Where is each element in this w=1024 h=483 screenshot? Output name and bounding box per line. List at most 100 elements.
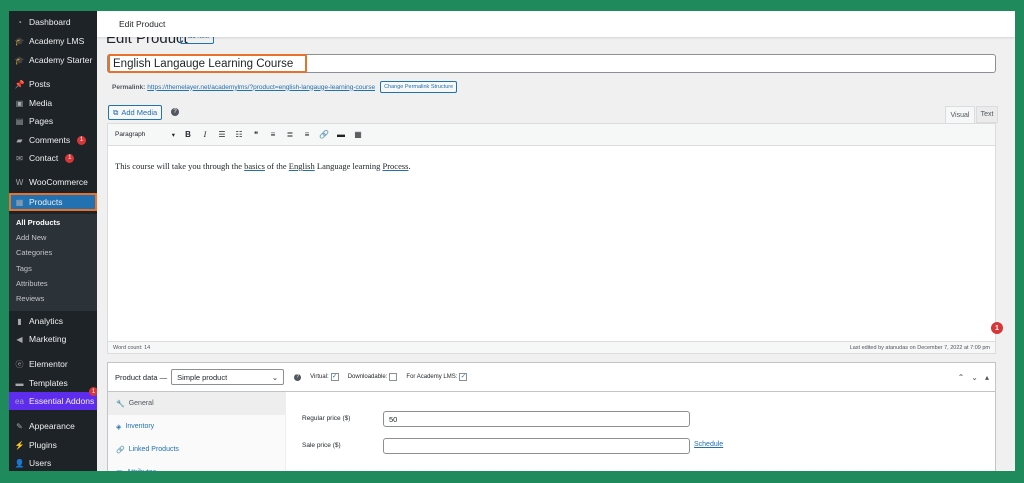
tab-visual[interactable]: Visual	[945, 106, 975, 123]
tab-label: Inventory	[125, 423, 155, 430]
top-bar: Edit Product	[97, 11, 1015, 37]
dashboard-icon: ◔	[17, 17, 22, 27]
academy-checkbox[interactable]: ✓	[459, 373, 468, 381]
sidebar-item-essential-addons[interactable]: ea Essential Addons	[9, 392, 97, 410]
panel-controls: ⌃ ⌄ ▴	[958, 373, 989, 382]
align-center-icon[interactable]: ≣	[285, 129, 295, 141]
align-left-icon[interactable]: ≡	[268, 129, 278, 141]
sidebar-item-label: Plugins	[29, 440, 57, 450]
downloadable-option[interactable]: Downloadable:	[348, 373, 398, 381]
woo-icon: W	[15, 177, 24, 187]
sidebar-item-users[interactable]: 👤 Users	[9, 454, 97, 471]
bold-icon[interactable]: B	[183, 129, 193, 141]
sidebar-item-appearance[interactable]: ✎ Appearance	[9, 417, 97, 435]
sidebar-item-academy-starter[interactable]: 🎓 Academy Starter	[9, 51, 97, 69]
italic-icon[interactable]: I	[200, 129, 210, 141]
tab-label: General	[128, 400, 154, 407]
virtual-checkbox[interactable]: ✓	[330, 373, 339, 381]
elementor-icon: ⓔ	[15, 359, 24, 369]
submenu-item-reviews[interactable]: Reviews	[9, 291, 97, 306]
user-icon: 👤	[14, 458, 25, 468]
blockquote-icon[interactable]: ❝	[251, 129, 261, 141]
sidebar-item-analytics[interactable]: ▮ Analytics	[9, 312, 97, 330]
permalink-link[interactable]: https://themelayer.net/academylms/?produ…	[147, 84, 375, 91]
content-text: This course will take you through the	[115, 161, 245, 171]
comment-icon: ▰	[16, 135, 23, 145]
help-icon[interactable]: ?	[171, 108, 179, 116]
notification-badge[interactable]: 1	[991, 322, 1003, 334]
content-text: .	[408, 161, 411, 171]
sidebar-item-marketing[interactable]: ◀ Marketing	[9, 330, 97, 348]
product-title-text: English Langauge Learning Course	[113, 57, 294, 70]
numbered-list-icon[interactable]: ☷	[234, 129, 244, 141]
content-text: basics	[244, 161, 265, 171]
tab-inventory[interactable]: ◈ Inventory	[108, 415, 286, 438]
read-more-icon[interactable]: ▬	[336, 129, 346, 141]
regular-price-value: 50	[389, 414, 398, 424]
sidebar-item-pages[interactable]: ▤ Pages	[9, 112, 97, 130]
sidebar-item-dashboard[interactable]: ◔ Dashboard	[9, 13, 97, 31]
tab-text[interactable]: Text	[976, 106, 998, 123]
content-editor[interactable]: Paragraph ▾ B I ☰ ☷ ❝ ≡ ≣ ≡ 🔗 ▬ ▦ This course will…	[107, 123, 1003, 354]
add-media-button[interactable]: ⧉ Add Media	[108, 105, 163, 120]
sidebar-item-contact[interactable]: ✉ Contact 1	[9, 149, 97, 167]
ea-icon: ea	[15, 396, 24, 406]
submenu-item-tags[interactable]: Tags	[9, 261, 97, 276]
submenu-item-all-products[interactable]: All Products	[9, 215, 97, 230]
add-media-label: Add Media	[121, 108, 158, 117]
sidebar-item-label: Users	[29, 458, 52, 468]
move-up-icon[interactable]: ⌃	[958, 373, 965, 382]
academy-option[interactable]: For Academy LMS: ✓	[406, 373, 468, 381]
align-right-icon[interactable]: ≡	[302, 129, 312, 141]
link-icon[interactable]: 🔗	[319, 129, 329, 141]
sidebar-item-posts[interactable]: 📌 Posts	[9, 75, 97, 93]
product-title-input[interactable]: English Langauge Learning Course	[108, 54, 307, 73]
graduation-cap-icon: 🎓	[14, 36, 25, 46]
pin-icon: 📌	[14, 79, 25, 89]
tab-general[interactable]: 🔧 General	[108, 392, 286, 415]
app-frame: ◔ Dashboard 🎓 Academy LMS 🎓 Academy Starter 📌 P…	[9, 11, 1015, 471]
regular-price-input[interactable]: 50	[383, 411, 690, 427]
toolbar-toggle-icon[interactable]: ▦	[353, 129, 363, 141]
downloadable-checkbox[interactable]	[389, 373, 398, 381]
tab-linked-products[interactable]: 🔗 Linked Products	[108, 438, 286, 461]
tab-attributes[interactable]: ▦ Attributes	[108, 461, 286, 471]
sidebar-item-comments[interactable]: ▰ Comments 1	[9, 131, 97, 149]
wrench-icon: 🔧	[116, 400, 125, 408]
submenu-item-attributes[interactable]: Attributes	[9, 276, 97, 291]
sidebar-item-templates[interactable]: ▬ Templates	[9, 374, 97, 392]
bulleted-list-icon[interactable]: ☰	[217, 129, 227, 141]
sidebar-item-plugins[interactable]: ⚡ Plugins	[9, 436, 97, 454]
submenu-item-add-new[interactable]: Add New	[9, 230, 97, 245]
sale-price-input[interactable]	[383, 438, 690, 454]
editor-toolbar: Paragraph ▾ B I ☰ ☷ ❝ ≡ ≣ ≡ 🔗 ▬ ▦	[108, 124, 995, 146]
virtual-option[interactable]: Virtual: ✓	[310, 373, 339, 381]
sidebar-item-elementor[interactable]: ⓔ Elementor	[9, 355, 97, 373]
product-type-select[interactable]: Simple product ⌄	[171, 369, 285, 385]
help-icon[interactable]: ?	[294, 373, 302, 381]
sidebar-item-academy-lms[interactable]: 🎓 Academy LMS	[9, 32, 97, 50]
change-permalink-button[interactable]: Change Permalink Structure	[380, 81, 458, 93]
sidebar-item-products[interactable]: ▦ Products	[9, 193, 97, 211]
editor-content[interactable]: This course will take you through the ba…	[115, 161, 411, 171]
product-data-label: Product data —	[115, 372, 168, 382]
move-down-icon[interactable]: ⌄	[971, 373, 978, 382]
sidebar-item-label: Marketing	[29, 334, 67, 344]
format-select[interactable]: Paragraph ▾	[115, 128, 175, 141]
chevron-down-icon: ▾	[171, 131, 175, 139]
folder-icon: ▬	[15, 378, 24, 388]
schedule-link[interactable]: Schedule	[694, 441, 723, 448]
content-text: Language learning	[314, 161, 383, 171]
product-data-tabs: 🔧General◈Inventory🔗Linked Products▦Attri…	[108, 392, 286, 471]
editor-status-bar: Word count: 14 Last edited by atanudas o…	[108, 341, 995, 353]
submenu-item-categories[interactable]: Categories	[9, 245, 97, 260]
virtual-label: Virtual:	[310, 374, 329, 380]
sale-price-label: Sale price ($)	[302, 442, 341, 449]
sidebar-item-label: Academy Starter	[29, 55, 93, 65]
sidebar-item-woocommerce[interactable]: W WooCommerce	[9, 173, 97, 191]
sidebar-item-label: Templates	[29, 378, 68, 388]
word-count: Word count: 14	[113, 344, 151, 351]
permalink-row: Permalink: https://themelayer.net/academ…	[112, 81, 458, 93]
collapse-icon[interactable]: ▴	[985, 373, 989, 382]
sidebar-item-media[interactable]: ▣ Media	[9, 94, 97, 112]
